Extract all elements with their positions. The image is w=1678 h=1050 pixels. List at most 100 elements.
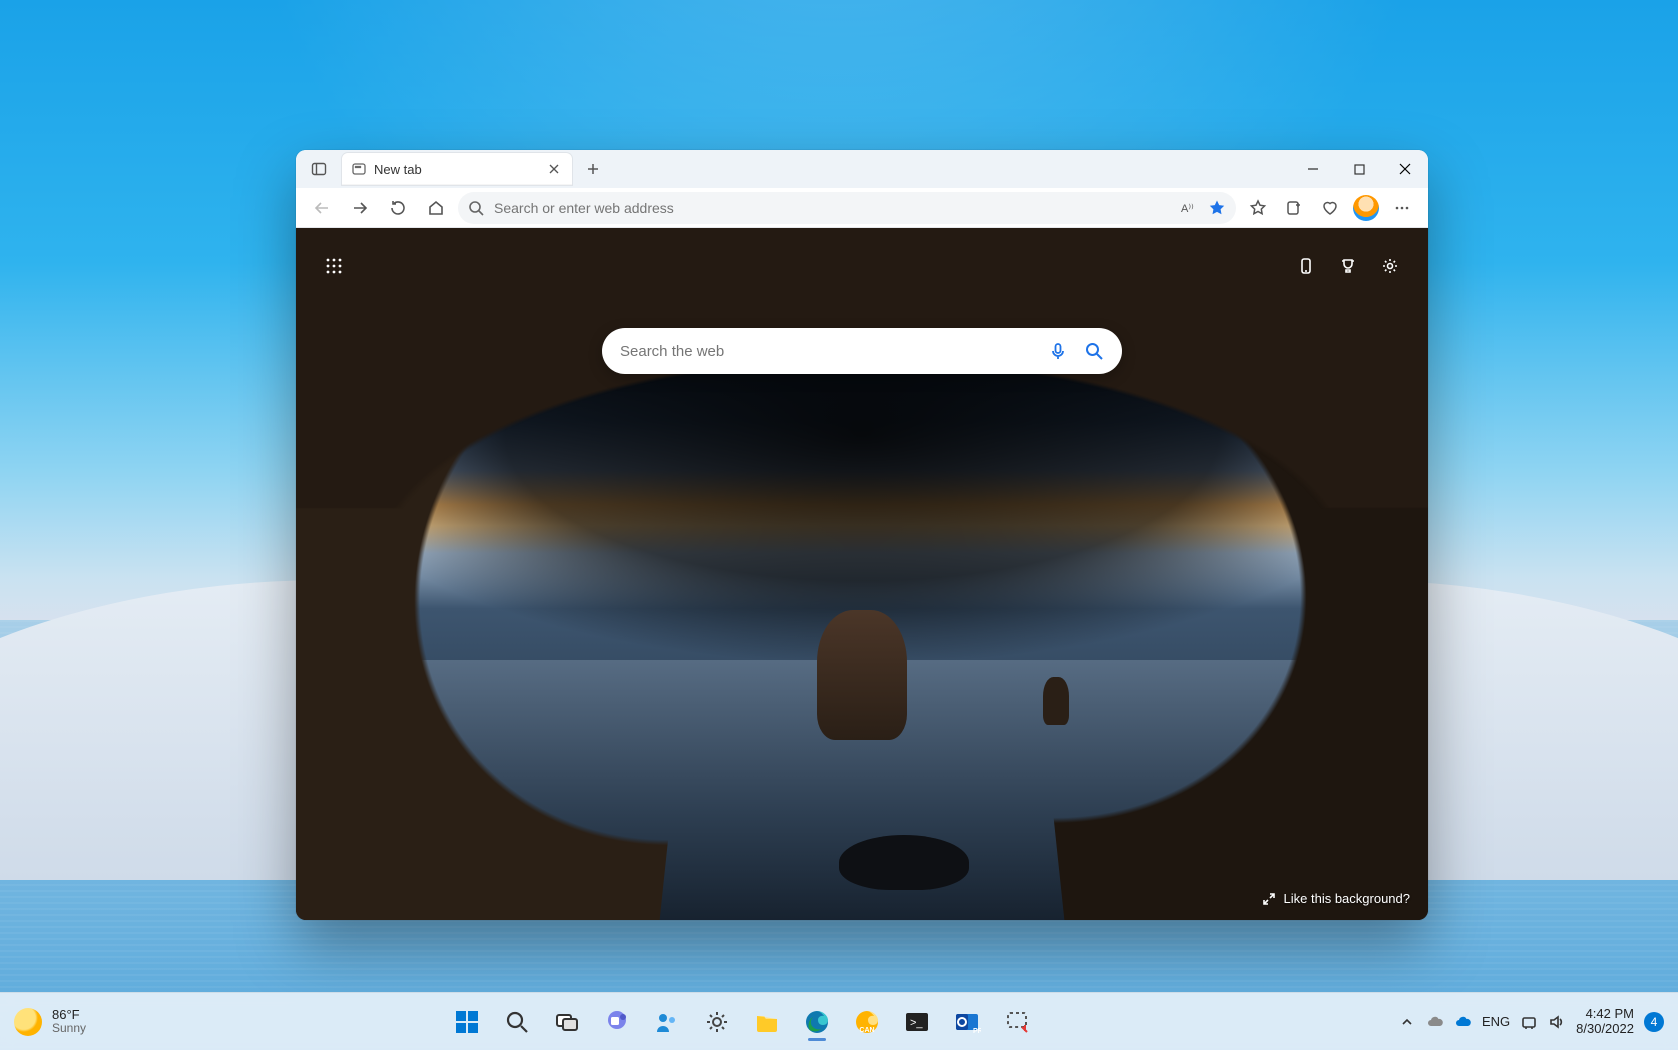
edge-canary-button[interactable]: CAN [845,1000,889,1044]
edge-canary-icon: CAN [853,1008,881,1036]
favorite-star-icon[interactable] [1208,199,1226,217]
search-icon [503,1008,531,1036]
window-maximize-button[interactable] [1336,150,1382,188]
nav-back-button[interactable] [306,192,338,224]
taskbar-center: CAN >_ PRE [445,1000,1039,1044]
phone-icon [1297,257,1315,275]
voice-search-button[interactable] [1040,333,1076,369]
onedrive-sync-tray-icon[interactable] [1454,1013,1472,1031]
svg-text:PRE: PRE [973,1028,981,1035]
taskbar-weather-widget[interactable]: 86°F Sunny [14,1008,86,1036]
page-settings-button[interactable] [1372,248,1408,284]
snipping-tool-button[interactable] [995,1000,1039,1044]
edge-browser-button[interactable] [795,1000,839,1044]
ntp-topbar [316,248,1408,284]
address-input[interactable] [494,200,1170,216]
cloud-sync-icon [1454,1013,1472,1031]
taskbar-clock[interactable]: 4:42 PM 8/30/2022 [1576,1007,1634,1037]
nav-home-button[interactable] [420,192,452,224]
more-horizontal-icon [1393,199,1411,217]
window-controls [1290,150,1428,188]
toolbar-right [1242,192,1418,224]
outlook-button[interactable]: PRE [945,1000,989,1044]
gear-icon [1381,257,1399,275]
outlook-icon: PRE [953,1008,981,1036]
input-language[interactable]: ENG [1482,1014,1510,1029]
svg-text:CAN: CAN [859,1027,874,1034]
favorites-button[interactable] [1242,192,1274,224]
maximize-icon [1354,164,1365,175]
taskbar-systray: ENG 4:42 PM 8/30/2022 4 [1398,1007,1664,1037]
trophy-icon [1339,257,1357,275]
new-tab-button[interactable] [578,154,608,184]
notification-count: 4 [1651,1015,1658,1029]
terminal-icon: >_ [903,1008,931,1036]
read-aloud-icon[interactable]: A⁾⁾ [1180,199,1198,217]
ntp-tab-icon [352,162,366,176]
ntp-search-button[interactable] [1076,333,1112,369]
ntp-search-input[interactable] [620,343,1040,360]
settings-app-button[interactable] [695,1000,739,1044]
onedrive-tray-icon[interactable] [1426,1013,1444,1031]
file-explorer-button[interactable] [745,1000,789,1044]
tab-title: New tab [374,162,422,177]
expand-icon [1262,892,1276,906]
address-bar[interactable]: A⁾⁾ [458,192,1236,224]
browser-titlebar: New tab [296,150,1428,188]
svg-text:A⁾⁾: A⁾⁾ [1181,203,1194,215]
notification-center-button[interactable]: 4 [1644,1012,1664,1032]
folder-icon [753,1008,781,1036]
rewards-button[interactable] [1330,248,1366,284]
task-view-button[interactable] [545,1000,589,1044]
app-menu-button[interactable] [1386,192,1418,224]
sun-icon [14,1008,42,1036]
desktop: New tab [0,0,1678,1050]
vertical-tabs-button[interactable] [304,154,334,184]
edge-browser-window: New tab [296,150,1428,920]
home-icon [427,199,445,217]
close-icon [1399,163,1411,175]
ntp-bg-rock [839,835,969,890]
tab-close-button[interactable] [544,159,564,179]
speaker-icon [1548,1013,1566,1031]
new-tab-page: Like this background? [296,228,1428,920]
plus-icon [586,162,600,176]
wifi-icon [1520,1013,1538,1031]
collections-button[interactable] [1278,192,1310,224]
avatar-icon [1353,195,1379,221]
edge-icon [803,1008,831,1036]
windows-logo-icon [453,1008,481,1036]
tray-overflow-button[interactable] [1398,1013,1416,1031]
arrow-left-icon [313,199,331,217]
nav-forward-button[interactable] [344,192,376,224]
weather-temp: 86°F [52,1008,86,1022]
network-tray-button[interactable] [1520,1013,1538,1031]
teams-chat-button[interactable] [595,1000,639,1044]
search-icon [1084,341,1104,361]
app-launcher-button[interactable] [316,248,352,284]
ntp-search-box[interactable] [602,328,1122,374]
minimize-icon [1307,163,1319,175]
like-background-link[interactable]: Like this background? [1262,891,1410,906]
search-button[interactable] [495,1000,539,1044]
profile-button[interactable] [1350,192,1382,224]
search-icon [468,200,484,216]
clock-date: 8/30/2022 [1576,1022,1634,1037]
window-close-button[interactable] [1382,150,1428,188]
close-icon [549,164,559,174]
weather-condition: Sunny [52,1022,86,1035]
clock-time: 4:42 PM [1576,1007,1634,1022]
mobile-button[interactable] [1288,248,1324,284]
volume-tray-button[interactable] [1548,1013,1566,1031]
svg-text:>_: >_ [910,1017,923,1029]
browser-tab[interactable]: New tab [342,153,572,185]
window-minimize-button[interactable] [1290,150,1336,188]
browser-essentials-button[interactable] [1314,192,1346,224]
ntp-bg-rock [817,610,907,740]
pinned-app[interactable] [645,1000,689,1044]
nav-refresh-button[interactable] [382,192,414,224]
gear-icon [703,1008,731,1036]
heart-pulse-icon [1321,199,1339,217]
terminal-button[interactable]: >_ [895,1000,939,1044]
start-button[interactable] [445,1000,489,1044]
